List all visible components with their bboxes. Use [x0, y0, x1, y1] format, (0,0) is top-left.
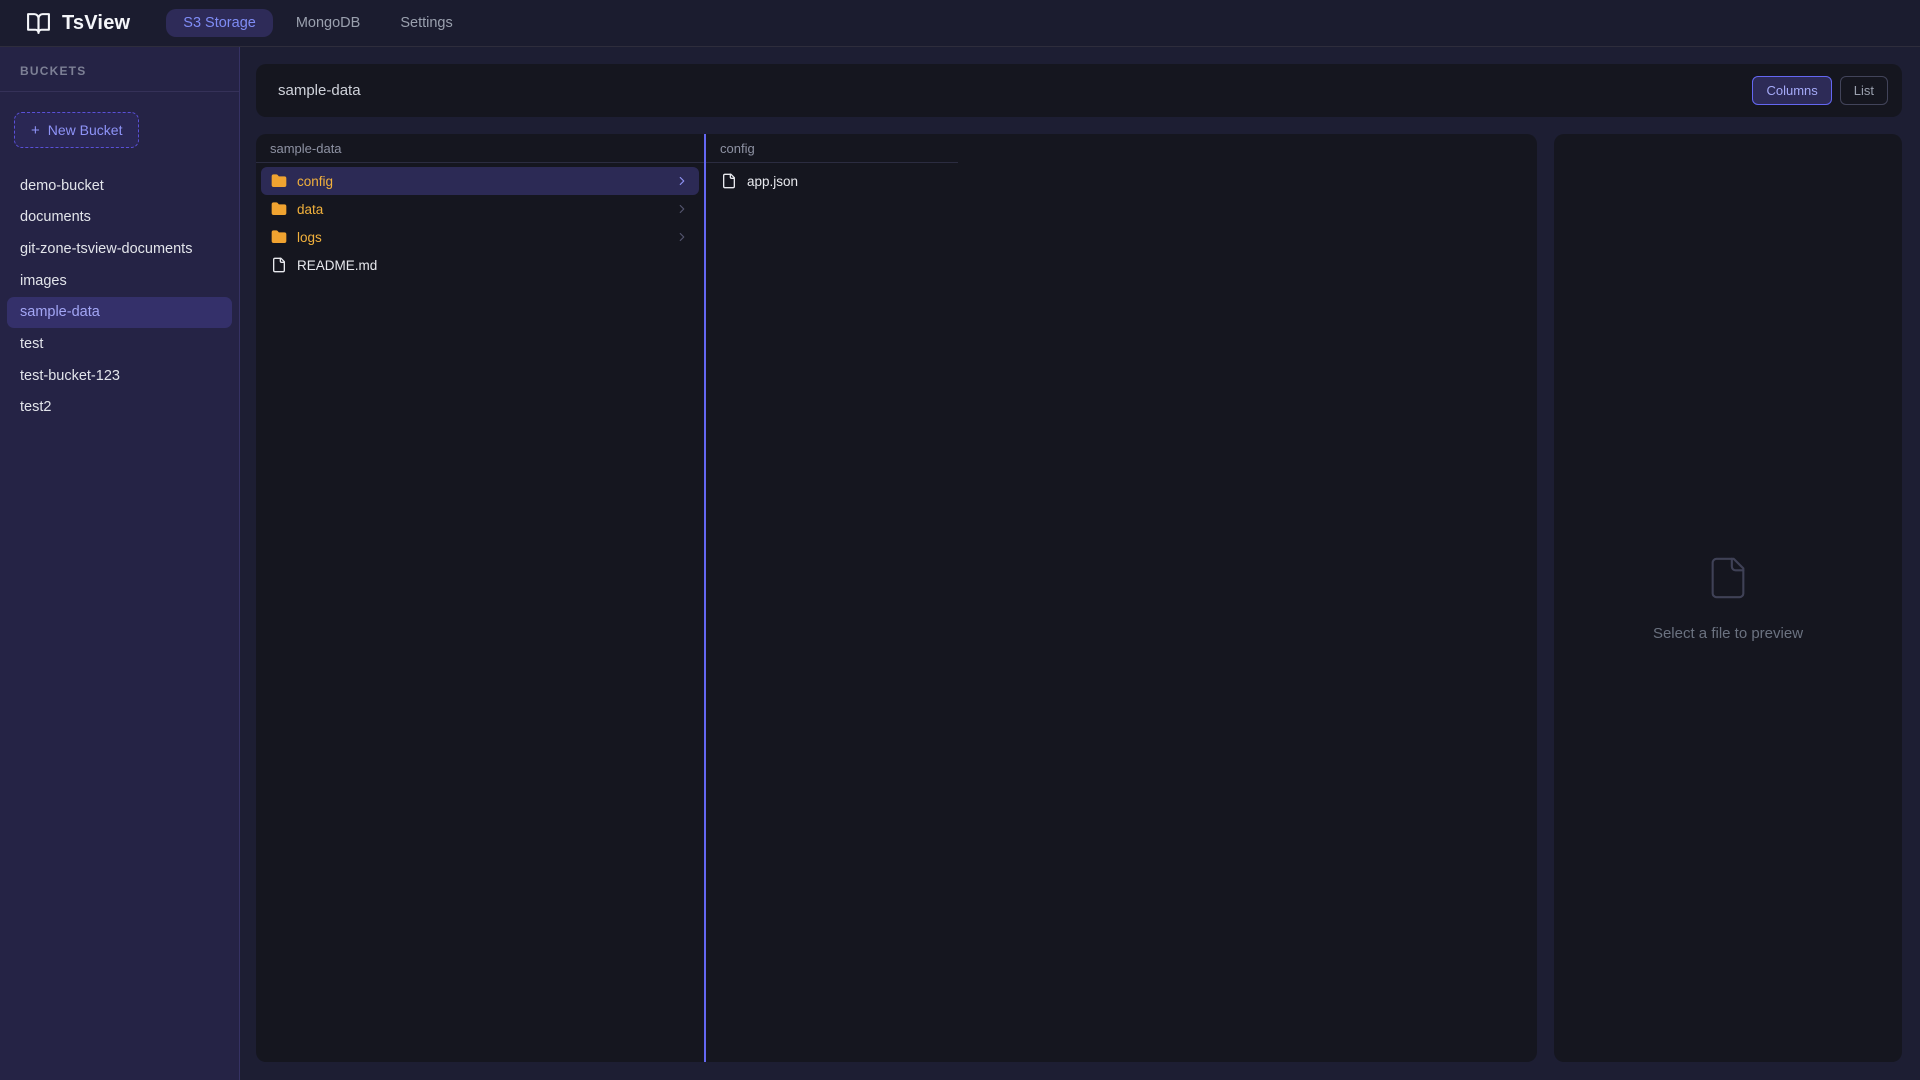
- column-items: app.json: [706, 163, 958, 199]
- item-label: README.md: [297, 258, 377, 273]
- chevron-right-icon: [675, 230, 689, 244]
- top-navbar: TsView S3 Storage MongoDB Settings: [0, 0, 1920, 47]
- app-title: TsView: [62, 12, 130, 35]
- plus-icon: +: [31, 123, 40, 138]
- tab-mongodb[interactable]: MongoDB: [279, 9, 377, 38]
- bucket-item-sample-data[interactable]: sample-data: [7, 297, 232, 329]
- column-header-config: config: [706, 134, 958, 163]
- file-icon: [271, 257, 287, 273]
- file-icon: [721, 173, 737, 189]
- new-bucket-label: New Bucket: [48, 122, 123, 138]
- app-shell: BUCKETS + New Bucket demo-bucket documen…: [0, 47, 1920, 1080]
- bucket-item-documents[interactable]: documents: [0, 202, 239, 234]
- preview-placeholder-text: Select a file to preview: [1653, 625, 1803, 642]
- list-view-button[interactable]: List: [1840, 76, 1888, 105]
- page-title: sample-data: [278, 82, 361, 99]
- new-bucket-button[interactable]: + New Bucket: [14, 112, 139, 148]
- tab-s3-storage[interactable]: S3 Storage: [166, 9, 273, 38]
- bucket-item-git-zone-tsview-documents[interactable]: git-zone-tsview-documents: [0, 233, 239, 265]
- chevron-right-icon: [675, 174, 689, 188]
- folder-icon: [271, 229, 287, 245]
- bucket-item-test[interactable]: test: [0, 328, 239, 360]
- view-toggle: Columns List: [1752, 76, 1888, 105]
- column-items: config data logs: [256, 163, 704, 283]
- buckets-heading: BUCKETS: [0, 47, 239, 92]
- chevron-right-icon: [675, 202, 689, 216]
- main-content: sample-data Columns List sample-data con…: [240, 47, 1920, 1080]
- column-config: config app.json: [706, 134, 958, 1062]
- item-data[interactable]: data: [261, 195, 699, 223]
- book-open-logo-icon: [26, 11, 51, 36]
- buckets-sidebar: BUCKETS + New Bucket demo-bucket documen…: [0, 47, 240, 1080]
- item-app-json[interactable]: app.json: [711, 167, 953, 195]
- content-body: sample-data config data: [256, 134, 1902, 1062]
- item-label: data: [297, 202, 323, 217]
- bucket-item-test-bucket-123[interactable]: test-bucket-123: [0, 360, 239, 392]
- file-preview-icon: [1705, 555, 1751, 601]
- column-header-sample-data: sample-data: [256, 134, 704, 163]
- column-sample-data: sample-data config data: [256, 134, 706, 1062]
- miller-columns-panel: sample-data config data: [256, 134, 1537, 1062]
- folder-icon: [271, 201, 287, 217]
- nav-tabs: S3 Storage MongoDB Settings: [166, 9, 469, 38]
- item-logs[interactable]: logs: [261, 223, 699, 251]
- item-readme-md[interactable]: README.md: [261, 251, 699, 279]
- folder-icon: [271, 173, 287, 189]
- bucket-list: demo-bucket documents git-zone-tsview-do…: [0, 170, 239, 423]
- app-root: TsView S3 Storage MongoDB Settings BUCKE…: [0, 0, 1920, 1080]
- columns-view-button[interactable]: Columns: [1752, 76, 1831, 105]
- bucket-item-demo-bucket[interactable]: demo-bucket: [0, 170, 239, 202]
- item-label: logs: [297, 230, 322, 245]
- brand[interactable]: TsView: [26, 11, 130, 36]
- bucket-item-images[interactable]: images: [0, 265, 239, 297]
- item-label: config: [297, 174, 333, 189]
- item-label: app.json: [747, 174, 798, 189]
- preview-panel: Select a file to preview: [1554, 134, 1902, 1062]
- item-config[interactable]: config: [261, 167, 699, 195]
- bucket-item-test2[interactable]: test2: [0, 392, 239, 424]
- bucket-header-panel: sample-data Columns List: [256, 64, 1902, 117]
- tab-settings[interactable]: Settings: [383, 9, 469, 38]
